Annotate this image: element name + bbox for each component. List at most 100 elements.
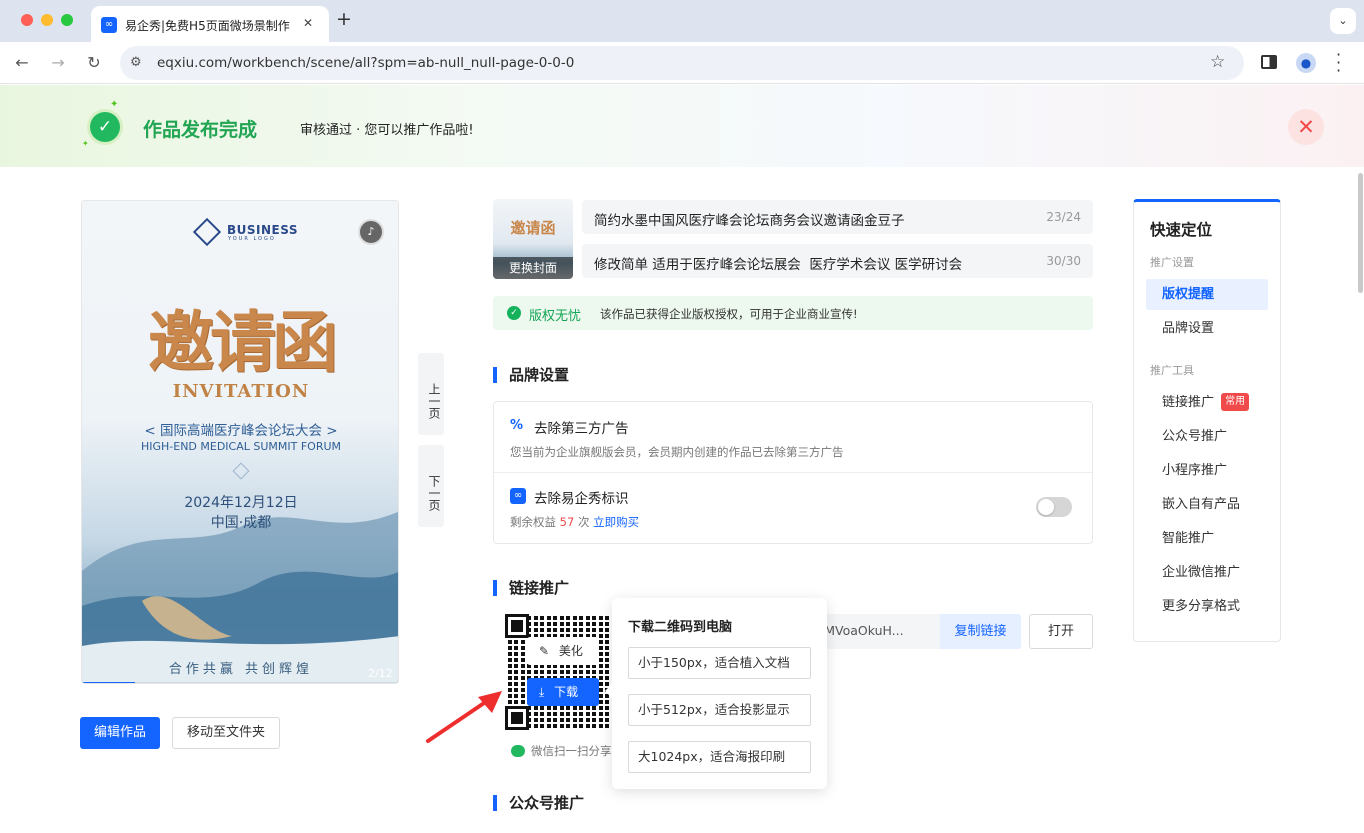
eqxiu-mark-icon: ∞ bbox=[510, 488, 526, 504]
share-link-text: /MVoaOkuH... bbox=[820, 623, 904, 638]
wechat-account-heading: 公众号推广 bbox=[493, 795, 584, 811]
copyright-label: 版权无忧 bbox=[529, 309, 582, 324]
nav-item-smart-promo[interactable]: 智能推广 bbox=[1146, 523, 1268, 554]
brand-name: BUSINESS bbox=[227, 223, 298, 237]
wechat-icon bbox=[511, 745, 525, 757]
copyright-text: 该作品已获得企业版权授权，可用于企业商业宣传! bbox=[600, 307, 858, 321]
next-page-label: 下一页 bbox=[427, 475, 441, 511]
quota-count: 57 bbox=[559, 515, 575, 529]
back-icon[interactable]: ← bbox=[9, 50, 35, 76]
tab-search-icon[interactable]: ⌄ bbox=[1330, 8, 1356, 34]
brand-subname: YOUR LOGO bbox=[228, 236, 276, 242]
download-option-150[interactable]: 小于150px，适合植入文档 bbox=[628, 647, 811, 679]
site-settings-icon[interactable]: ⚙ bbox=[130, 55, 142, 70]
nav-item-copyright[interactable]: 版权提醒 bbox=[1146, 279, 1268, 310]
prev-page-label: 上一页 bbox=[427, 383, 441, 419]
annotation-arrow-icon bbox=[426, 691, 502, 743]
browser-toolbar: ← → ↻ ⚙ eqxiu.com/workbench/scene/all?sp… bbox=[0, 42, 1364, 84]
move-to-folder-button[interactable]: 移动至文件夹 bbox=[172, 717, 280, 749]
nav-item-more-formats[interactable]: 更多分享格式 bbox=[1146, 591, 1268, 622]
work-desc-text: 修改简单 适用于医疗峰会论坛展会 医疗学术会议 医学研讨会 bbox=[594, 257, 963, 273]
copyright-check-icon: ✓ bbox=[507, 306, 521, 320]
address-bar[interactable]: ⚙ eqxiu.com/workbench/scene/all?spm=ab-n… bbox=[120, 46, 1244, 80]
reload-icon[interactable]: ↻ bbox=[81, 50, 107, 76]
work-preview[interactable]: BUSINESS YOUR LOGO ♪ 邀请函 INVITATION < 国际… bbox=[81, 200, 399, 684]
toggle-knob bbox=[1038, 499, 1054, 515]
forward-icon[interactable]: → bbox=[45, 50, 71, 76]
maximize-window-icon[interactable] bbox=[61, 14, 73, 26]
close-banner-button[interactable]: ✕ bbox=[1288, 109, 1324, 145]
work-title-count: 23/24 bbox=[1046, 210, 1081, 224]
side-panel-icon[interactable] bbox=[1261, 55, 1277, 69]
preview-event-en: HIGH-END MEDICAL SUMMIT FORUM bbox=[140, 440, 342, 453]
nav-item-wechat-account[interactable]: 公众号推广 bbox=[1146, 421, 1268, 452]
edit-work-button[interactable]: 编辑作品 bbox=[80, 717, 160, 749]
nav-group-promo-tools: 推广工具 bbox=[1150, 364, 1194, 377]
preview-invitation: INVITATION bbox=[172, 381, 310, 402]
new-tab-button[interactable]: + bbox=[336, 8, 352, 30]
preview-progress-track bbox=[82, 682, 398, 683]
browser-tab[interactable]: ∞ 易企秀|免费H5页面微场景制作 ✕ bbox=[91, 6, 329, 42]
copy-link-button[interactable]: 复制链接 bbox=[940, 614, 1021, 649]
work-title-text: 简约水墨中国风医疗峰会论坛商务会议邀请函金豆子 bbox=[594, 213, 905, 229]
share-qr-code bbox=[505, 614, 617, 730]
tab-close-icon[interactable]: ✕ bbox=[303, 16, 313, 30]
beautify-qr-button[interactable]: ✎ 美化 bbox=[527, 637, 599, 665]
profile-avatar-icon[interactable]: ● bbox=[1296, 53, 1316, 73]
nav-item-mini-program[interactable]: 小程序推广 bbox=[1146, 455, 1268, 486]
quota-unit: 次 bbox=[577, 515, 590, 529]
remove-ads-title: 去除第三方广告 bbox=[534, 421, 629, 437]
wechat-scan-hint: 微信扫一扫分享 bbox=[531, 744, 612, 758]
quota-prefix: 剩余权益 bbox=[510, 515, 556, 529]
browser-tab-bar: ∞ 易企秀|免费H5页面微场景制作 ✕ + ⌄ bbox=[0, 0, 1364, 42]
sparkle-icon: ✦ bbox=[82, 139, 89, 148]
share-link-field[interactable]: /MVoaOkuH... bbox=[820, 614, 940, 649]
page-counter: 2/12 bbox=[368, 667, 393, 680]
download-option-512[interactable]: 小于512px，适合投影显示 bbox=[628, 694, 811, 726]
remove-mark-title: 去除易企秀标识 bbox=[534, 491, 629, 507]
cover-thumbnail[interactable]: 邀请函 更换封面 bbox=[493, 199, 573, 279]
work-title-field[interactable]: 简约水墨中国风医疗峰会论坛商务会议邀请函金豆子 23/24 bbox=[582, 200, 1093, 234]
qr-finder-icon bbox=[505, 614, 529, 638]
open-link-button[interactable]: 打开 bbox=[1029, 614, 1093, 649]
nav-item-wecom[interactable]: 企业微信推广 bbox=[1146, 557, 1268, 588]
download-option-1024[interactable]: 大1024px，适合海报印刷 bbox=[628, 741, 811, 773]
preview-slogan: 合作共赢 共创辉煌 bbox=[168, 662, 314, 677]
nav-item-brand-settings[interactable]: 品牌设置 bbox=[1146, 313, 1268, 344]
preview-progress-fill bbox=[82, 682, 136, 683]
qr-finder-icon bbox=[505, 706, 529, 730]
prev-page-button[interactable]: 上一页 bbox=[418, 353, 444, 435]
publish-page: BUSINESS YOUR LOGO ♪ 邀请函 INVITATION < 国际… bbox=[0, 167, 1364, 833]
remove-mark-toggle[interactable] bbox=[1036, 497, 1072, 517]
download-qr-button[interactable]: ⤓ 下载 bbox=[527, 678, 599, 706]
preview-location: 中国·成都 bbox=[210, 515, 272, 531]
quick-nav-title: 快速定位 bbox=[1150, 221, 1213, 239]
music-toggle-icon[interactable]: ♪ bbox=[358, 219, 384, 245]
minimize-window-icon[interactable] bbox=[41, 14, 53, 26]
nav-group-promo-settings: 推广设置 bbox=[1150, 256, 1194, 269]
work-desc-field[interactable]: 修改简单 适用于医疗峰会论坛展会 医疗学术会议 医学研讨会 30/30 bbox=[582, 244, 1093, 278]
card-divider bbox=[494, 472, 1092, 473]
brand-settings-card: % 去除第三方广告 您当前为企业旗舰版会员，会员期内创建的作品已去除第三方广告 … bbox=[493, 401, 1093, 544]
magic-wand-icon: ✎ bbox=[539, 644, 550, 658]
cover-thumbnail-title: 邀请函 bbox=[510, 219, 556, 237]
close-window-icon[interactable] bbox=[21, 14, 33, 26]
nav-item-link-promo-label: 链接推广 bbox=[1162, 395, 1215, 410]
brand-logo-icon bbox=[192, 217, 222, 247]
success-check-icon: ✓ bbox=[90, 112, 120, 142]
next-page-button[interactable]: 下一页 bbox=[418, 445, 444, 527]
preview-event-cn: < 国际高端医疗峰会论坛大会 > bbox=[144, 423, 338, 439]
page-scrollbar[interactable] bbox=[1358, 173, 1363, 293]
change-cover-button[interactable]: 更换封面 bbox=[493, 257, 573, 279]
browser-menu-icon[interactable]: · · · bbox=[1336, 47, 1341, 79]
buy-now-link[interactable]: 立即购买 bbox=[593, 515, 639, 529]
bookmark-star-icon[interactable]: ☆ bbox=[1210, 52, 1225, 72]
nav-item-embed[interactable]: 嵌入自有产品 bbox=[1146, 489, 1268, 520]
nav-item-link-promo[interactable]: 链接推广 常用 bbox=[1146, 387, 1268, 418]
publish-success-banner: ✦ ✦ ✓ 作品发布完成 审核通过 · 您可以推广作品啦! ✕ bbox=[0, 85, 1364, 167]
link-promo-heading: 链接推广 bbox=[493, 580, 569, 596]
download-label: 下载 bbox=[554, 685, 579, 699]
tab-title: 易企秀|免费H5页面微场景制作 bbox=[125, 19, 290, 33]
url-text[interactable]: eqxiu.com/workbench/scene/all?spm=ab-nul… bbox=[157, 55, 574, 71]
banner-subtitle: 审核通过 · 您可以推广作品啦! bbox=[300, 123, 474, 138]
